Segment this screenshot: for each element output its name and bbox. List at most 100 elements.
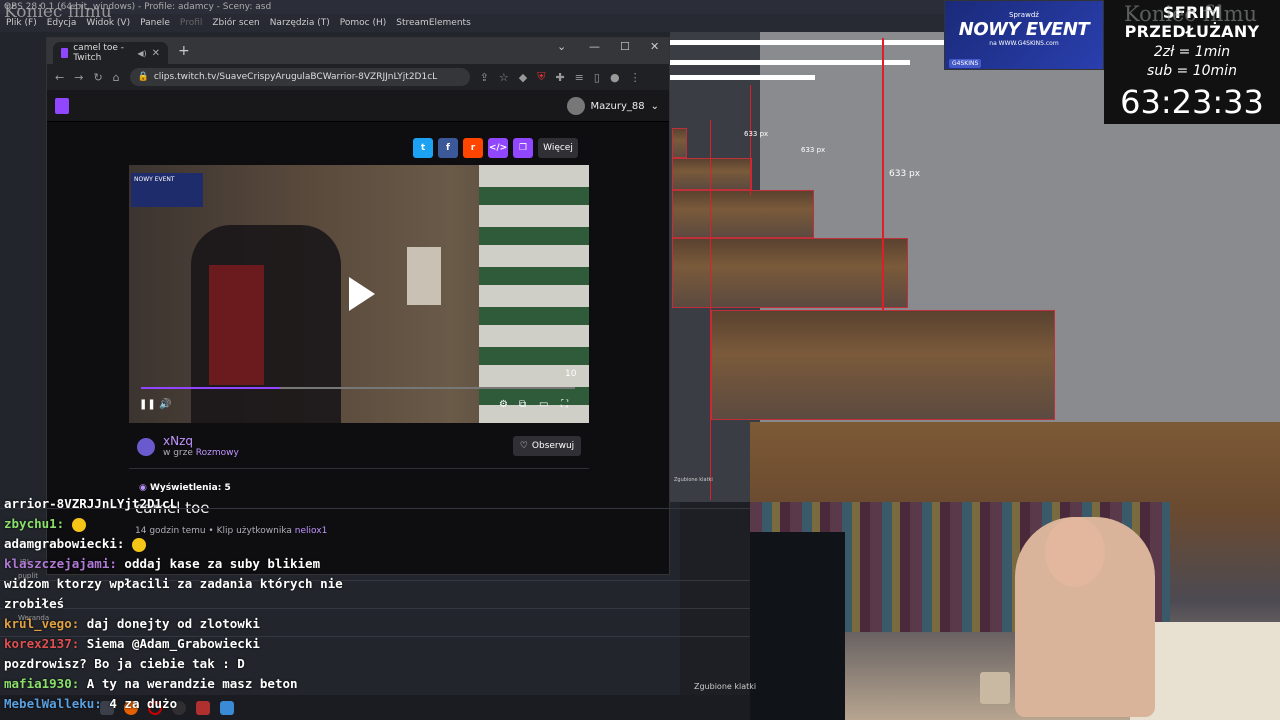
preview-guide-line [882,38,884,310]
end-of-video-overlay-text: Koniec filmu [4,2,112,22]
reddit-share-icon[interactable]: r [463,138,483,158]
chat-message: zrobiłeś [4,594,744,614]
user-menu[interactable]: Mazury_88 ⌄ [566,97,659,115]
star-icon[interactable]: ☆ [499,71,509,84]
play-icon[interactable] [349,277,375,311]
twitch-header: Mazury_88 ⌄ [47,90,669,122]
chat-user: MebelWalleku: [4,696,102,711]
profile-avatar-icon[interactable]: ● [610,71,620,84]
share-bar: t f r </> ❐ Więcej [413,138,578,158]
video-controls: ❚❚ 🔊 ⚙ ⧉ ▭ ⛶ [139,399,579,415]
kebab-menu-icon[interactable]: ⋮ [630,71,641,84]
grinning-emoji-icon [131,537,146,552]
back-icon[interactable]: ← [55,71,64,84]
reading-list-icon[interactable]: ≡ [575,71,584,84]
tab-bar: camel toe - Twitch ◀) ✕ + ⌄ — ☐ ✕ [47,38,669,64]
pause-icon[interactable]: ❚❚ [139,399,156,410]
preview-frame [672,128,687,158]
avatar [566,97,585,115]
timer-rule-donation: 2zł = 1min [1153,44,1231,60]
clip-icon[interactable]: ⧉ [519,399,526,410]
timer-rule-sub: sub = 10min [1147,63,1237,79]
new-tab-icon[interactable]: + [178,43,190,59]
ad-badge: G4SKINS [949,59,982,68]
channel-name[interactable]: xNzq [163,434,239,448]
divider [129,468,589,469]
reload-icon[interactable]: ↻ [93,71,102,84]
clip-video-player[interactable]: NOWY EVENT 10 ❚❚ 🔊 ⚙ ⧉ ▭ ⛶ [129,165,589,423]
chat-message: arrior-8VZRJJnLYjt2D1cL [4,494,744,514]
menu-help[interactable]: Pomoc (H) [340,18,387,28]
close-window-icon[interactable]: ✕ [650,40,659,53]
chat-message: MebelWalleku: 4 za dużo [4,694,744,714]
speaker-icon[interactable]: ◀) [137,49,146,58]
theater-mode-icon[interactable]: ▭ [539,399,548,410]
embed-share-icon[interactable]: </> [488,138,508,158]
twitch-favicon-icon [61,48,69,58]
url-input[interactable]: 🔒 clips.twitch.tv/SuaveCrispyArugulaBCWa… [129,68,470,86]
chat-text: widzom ktorzy wpłacili za zadania któryc… [4,576,343,591]
heart-icon: ♡ [519,441,528,451]
g4skins-ad: Sprawdź NOWY EVENT na WWW.G4SKINS.com G4… [944,0,1104,70]
copy-link-icon[interactable]: ❐ [513,138,533,158]
chat-message: pozdrowisz? Bo ja ciebie tak : D [4,654,744,674]
shield-icon[interactable]: ⛨ [537,70,545,84]
obs-menu-bar: Plik (F) Edycja Widok (V) Panele Profil … [0,14,945,32]
sidebar-icon[interactable]: ▯ [594,71,600,84]
video-poster [407,247,441,305]
preview-guide-line [750,85,751,195]
preview-bar [670,75,815,80]
browser-tab[interactable]: camel toe - Twitch ◀) ✕ [53,42,168,64]
chat-user: zbychu1: [4,516,65,531]
twitter-share-icon[interactable]: t [413,138,433,158]
game-link[interactable]: Rozmowy [196,448,239,458]
menu-tools[interactable]: Narzędzia (T) [270,18,330,28]
twitch-logo-icon[interactable] [55,98,69,114]
chat-text: arrior-8VZRJJnLYjt2D1cL [4,496,178,511]
tab-title: camel toe - Twitch [73,43,125,63]
puzzle-icon[interactable]: ✚ [555,71,564,84]
chevron-down-icon[interactable]: ⌄ [557,40,566,53]
extension-icon[interactable]: ◆ [519,71,527,84]
forward-icon[interactable]: → [74,71,83,84]
video-jacket [209,265,264,385]
share-icon[interactable]: ⇪ [480,71,489,84]
video-mini-overlay: NOWY EVENT [131,173,203,207]
preview-bar [670,40,945,45]
eye-icon: ◉ [139,483,147,493]
settings-gear-icon[interactable]: ⚙ [499,399,508,410]
preview-guide-line [710,120,711,500]
menu-profile[interactable]: Profil [180,18,202,28]
chat-message: korex2137: Siema @Adam_Grabowiecki [4,634,744,654]
chat-user: krul_vego: [4,616,80,631]
menu-scene-collection[interactable]: Zbiór scen [212,18,259,28]
ad-headline: NOWY EVENT [958,19,1090,40]
more-share-button[interactable]: Więcej [538,138,578,158]
facebook-share-icon[interactable]: f [438,138,458,158]
lost-frames-small: Zgubione klatki [674,477,713,483]
follow-label: Obserwuj [531,441,575,451]
webcam-mug [980,672,1010,704]
lock-icon: 🔒 [137,72,149,82]
volume-icon[interactable]: 🔊 [159,399,171,410]
maximize-icon[interactable]: ☐ [620,40,630,53]
view-count-label: Wyświetlenia: 5 [150,483,231,493]
preview-frame [672,238,908,308]
menu-docks[interactable]: Panele [140,18,170,28]
menu-streamelements[interactable]: StreamElements [396,18,471,28]
chat-user: adamgrabowiecki: [4,536,125,551]
view-count: ◉ Wyświetlenia: 5 [139,483,231,493]
channel-avatar[interactable] [137,438,155,456]
chat-message: krul_vego: daj donejty od zlotowki [4,614,744,634]
chat-message: klaszczejajami: oddaj kase za suby bliki… [4,554,744,574]
fullscreen-icon[interactable]: ⛶ [561,399,568,410]
username: Mazury_88 [590,100,645,112]
close-tab-icon[interactable]: ✕ [152,48,160,59]
preview-bar [670,60,910,65]
follow-button[interactable]: ♡ Obserwuj [513,436,581,456]
home-icon[interactable]: ⌂ [113,71,120,84]
chat-text: 4 za dużo [109,696,178,711]
minimize-icon[interactable]: — [589,40,600,53]
address-bar: ← → ↻ ⌂ 🔒 clips.twitch.tv/SuaveCrispyAru… [47,64,669,90]
preview-frame [672,158,752,190]
